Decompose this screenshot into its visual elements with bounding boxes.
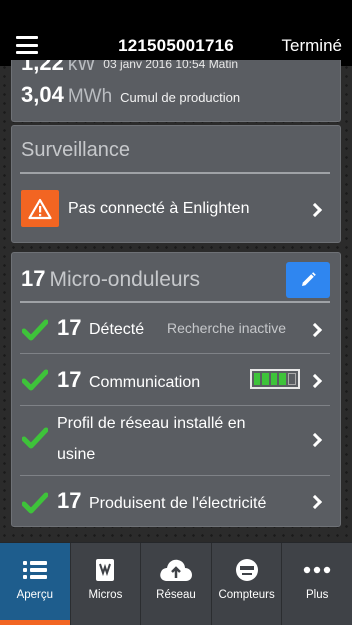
checkmark-icon xyxy=(22,492,48,514)
tab-meters[interactable]: Compteurs xyxy=(212,543,283,625)
detected-row[interactable]: 17 Détecté Recherche inactive xyxy=(12,305,340,355)
microinverters-header: 17 Micro-onduleurs xyxy=(21,266,200,292)
checkmark-icon xyxy=(22,369,48,391)
grid-profile-row[interactable]: Profil de réseau installé en usine xyxy=(12,407,340,475)
meter-icon xyxy=(234,556,260,584)
surveillance-title: Surveillance xyxy=(21,139,130,161)
producing-count: 17 xyxy=(57,488,82,513)
enlighten-connection-row[interactable]: Pas connecté à Enlighten xyxy=(12,184,340,234)
grid-profile-label-line2: usine xyxy=(57,446,96,463)
producing-row[interactable]: 17 Produisent de l'électricité xyxy=(12,477,340,525)
tab-micros[interactable]: Micros xyxy=(71,543,142,625)
microinverters-panel: 17 Micro-onduleurs 17 Détecté Recherche i… xyxy=(11,252,341,527)
row-separator xyxy=(20,475,330,476)
signal-segment xyxy=(262,373,269,385)
communication-label: Communication xyxy=(89,374,201,391)
lifetime-energy-unit: MWh xyxy=(67,86,113,107)
communication-count: 17 xyxy=(57,367,82,392)
tab-label: Compteurs xyxy=(218,589,275,601)
top-navigation-bar: 121505001716 Terminé xyxy=(0,0,352,66)
warning-icon xyxy=(21,190,59,227)
list-icon xyxy=(22,556,48,584)
signal-segment xyxy=(254,373,261,385)
lifetime-energy-value: 3,04 xyxy=(21,82,64,107)
chevron-right-icon xyxy=(307,373,323,389)
enlighten-status-label: Pas connecté à Enlighten xyxy=(68,200,250,217)
checkmark-icon xyxy=(22,319,48,341)
inverter-icon xyxy=(94,556,116,584)
signal-segment xyxy=(270,373,278,385)
current-power-unit: kW xyxy=(67,60,96,75)
chevron-right-icon xyxy=(307,432,323,448)
divider xyxy=(20,301,330,303)
done-button[interactable]: Terminé xyxy=(282,36,342,56)
lifetime-energy-row: 3,04 MWh Cumul de production xyxy=(21,82,240,108)
pencil-icon xyxy=(302,272,316,286)
grid-profile-label-line1: Profil de réseau installé en xyxy=(57,415,246,432)
tab-label: Aperçu xyxy=(16,589,54,601)
tab-network[interactable]: Réseau xyxy=(141,543,212,625)
search-status: Recherche inactive xyxy=(167,320,287,336)
tab-label: Réseau xyxy=(156,589,196,601)
chevron-right-icon xyxy=(307,202,323,218)
detected-label: Détecté xyxy=(89,321,145,338)
microinverters-count: 17 xyxy=(21,266,46,291)
edit-button[interactable] xyxy=(286,262,330,298)
cloud-upload-icon xyxy=(158,556,194,584)
tab-label: Micros xyxy=(88,589,123,601)
producing-label: Produisent de l'électricité xyxy=(89,495,267,512)
chevron-right-icon xyxy=(307,494,323,510)
tab-overview[interactable]: Aperçu xyxy=(0,543,71,625)
current-power-timestamp: 03 janv 2016 10:54 Matin xyxy=(103,60,239,71)
row-separator xyxy=(20,353,330,354)
tab-label: Plus xyxy=(305,589,329,601)
production-panel: 1,22 kW 03 janv 2016 10:54 Matin 3,04 MWh Cu… xyxy=(11,60,341,122)
current-power-value: 1,22 xyxy=(21,60,64,75)
detected-count: 17 xyxy=(57,315,82,340)
current-power-row: 1,22 kW 03 janv 2016 10:54 Matin xyxy=(21,60,331,78)
row-separator xyxy=(20,405,330,406)
communication-row[interactable]: 17 Communication xyxy=(12,355,340,405)
divider xyxy=(20,172,330,174)
signal-strength-indicator xyxy=(250,369,300,389)
lifetime-energy-label: Cumul de production xyxy=(120,90,241,105)
chevron-right-icon xyxy=(307,322,323,338)
signal-segment xyxy=(279,373,286,385)
surveillance-panel: Surveillance Pas connecté à Enlighten xyxy=(11,125,341,243)
signal-segment xyxy=(287,373,297,385)
microinverters-title: Micro-onduleurs xyxy=(49,268,201,291)
more-icon xyxy=(303,556,331,584)
bottom-tab-bar: Aperçu Micros Réseau Compteurs Plus xyxy=(0,542,352,625)
tab-more[interactable]: Plus xyxy=(282,543,352,625)
checkmark-icon xyxy=(22,427,48,449)
